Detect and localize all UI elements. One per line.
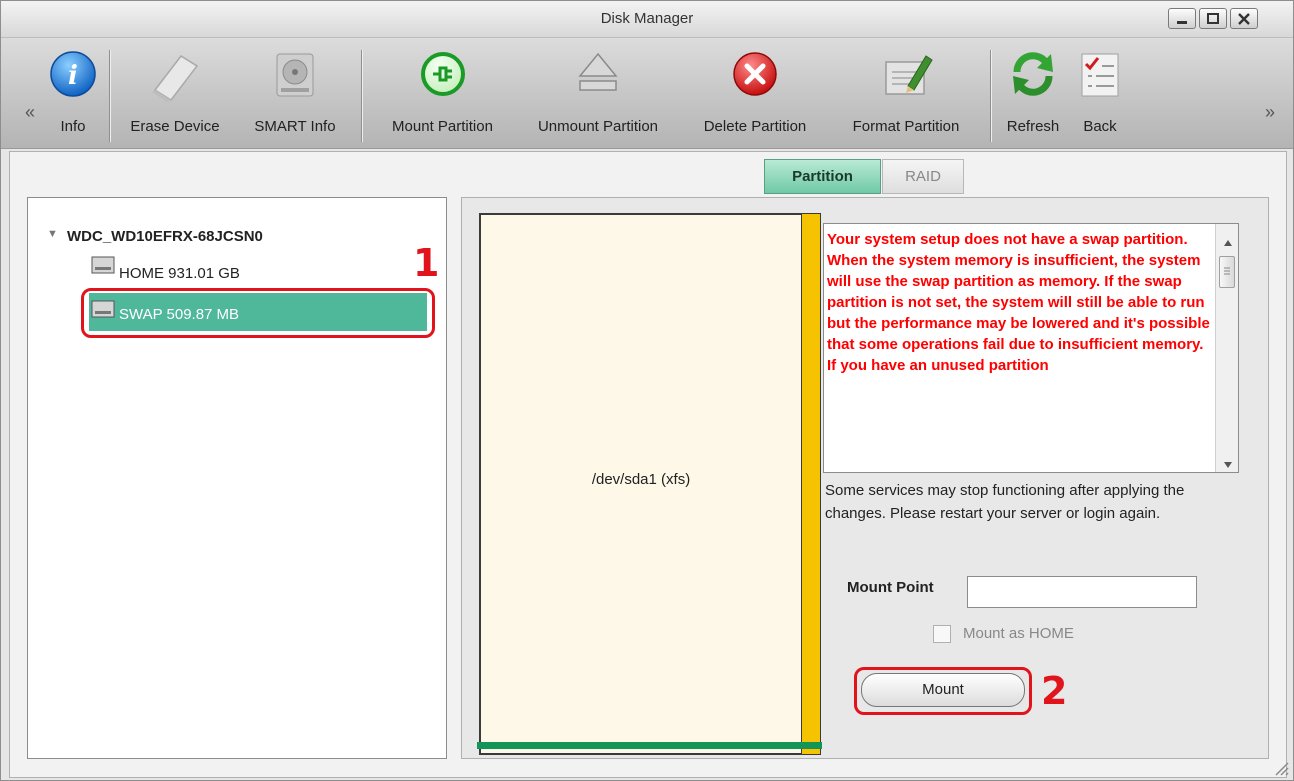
toolbar-separator: [990, 50, 992, 142]
toolbar: « » i Info Erase Device SMART Info Mount…: [1, 38, 1293, 149]
mount-as-home-checkbox[interactable]: [933, 625, 951, 643]
delete-icon: [727, 46, 783, 102]
close-icon: [1231, 9, 1257, 28]
svg-text:i: i: [68, 61, 78, 91]
restart-notice: Some services may stop functioning after…: [825, 482, 1185, 522]
mount-partition-button[interactable]: Mount Partition: [371, 38, 514, 148]
info-label: Info: [60, 118, 86, 135]
scroll-thumb[interactable]: [1219, 256, 1235, 288]
tree-item-home[interactable]: HOME 931.01 GB: [119, 265, 240, 282]
format-partition-label: Format Partition: [852, 118, 960, 135]
partition-usage-bar: [801, 213, 821, 755]
close-button[interactable]: [1230, 8, 1258, 29]
scroll-down-icon[interactable]: [1223, 456, 1233, 472]
format-partition-button[interactable]: Format Partition: [830, 38, 982, 148]
erase-device-button[interactable]: Erase Device: [115, 38, 235, 148]
unmount-partition-button[interactable]: Unmount Partition: [515, 38, 681, 148]
maximize-icon: [1200, 9, 1226, 28]
title-bar[interactable]: Disk Manager: [1, 1, 1293, 38]
refresh-icon: [1005, 46, 1061, 102]
minimize-icon: [1169, 9, 1195, 28]
warning-text: Your system setup does not have a swap p…: [827, 231, 1210, 374]
tab-raid[interactable]: RAID: [882, 159, 964, 194]
refresh-label: Refresh: [1006, 118, 1060, 135]
delete-partition-label: Delete Partition: [703, 118, 807, 135]
mount-partition-label: Mount Partition: [392, 118, 493, 135]
tree-disk-node[interactable]: WDC_WD10EFRX-68JCSN0: [67, 228, 263, 245]
refresh-button[interactable]: Refresh: [1001, 38, 1065, 148]
mount-as-home-label: Mount as HOME: [963, 625, 1074, 642]
warning-message-box[interactable]: Your system setup does not have a swap p…: [823, 223, 1239, 473]
callout-highlight-2: [854, 667, 1032, 715]
callout-number-2: 2: [1041, 669, 1068, 713]
eject-icon: [570, 46, 626, 102]
resize-grip-icon[interactable]: [1271, 758, 1289, 776]
back-button[interactable]: Back: [1065, 38, 1135, 148]
partition-base-bar: [477, 742, 822, 749]
smart-info-label: SMART Info: [254, 118, 336, 135]
checklist-icon: [1072, 46, 1128, 102]
expand-arrow-icon[interactable]: ▼: [47, 228, 58, 240]
scroll-right-icon[interactable]: »: [1265, 102, 1275, 123]
scroll-left-icon[interactable]: «: [25, 102, 35, 123]
toolbar-separator: [109, 50, 111, 142]
warning-scrollbar[interactable]: [1215, 224, 1238, 472]
hard-drive-icon: [267, 46, 323, 102]
info-button[interactable]: i Info: [44, 38, 102, 148]
maximize-button[interactable]: [1199, 8, 1227, 29]
tab-partition[interactable]: Partition: [764, 159, 881, 194]
mount-point-input[interactable]: [967, 576, 1197, 608]
plug-icon: [415, 46, 471, 102]
delete-partition-button[interactable]: Delete Partition: [682, 38, 828, 148]
mount-point-label: Mount Point: [847, 579, 934, 596]
disk-icon: [91, 254, 115, 276]
format-icon: [878, 46, 934, 102]
unmount-partition-label: Unmount Partition: [537, 118, 659, 135]
minimize-button[interactable]: [1168, 8, 1196, 29]
scroll-up-icon[interactable]: [1223, 234, 1233, 252]
erase-device-label: Erase Device: [130, 118, 220, 135]
callout-highlight-1: [81, 288, 435, 338]
back-label: Back: [1083, 118, 1117, 135]
toolbar-separator: [361, 50, 363, 142]
partition-map-label: /dev/sda1 (xfs): [591, 471, 691, 488]
smart-info-button[interactable]: SMART Info: [239, 38, 351, 148]
disk-manager-window: Disk Manager « » i Info Erase Device SMA…: [0, 0, 1294, 781]
partition-map[interactable]: /dev/sda1 (xfs): [479, 213, 803, 755]
info-icon: i: [45, 46, 101, 102]
window-title: Disk Manager: [600, 10, 694, 27]
eraser-icon: [147, 46, 203, 102]
callout-number-1: 1: [413, 241, 440, 285]
